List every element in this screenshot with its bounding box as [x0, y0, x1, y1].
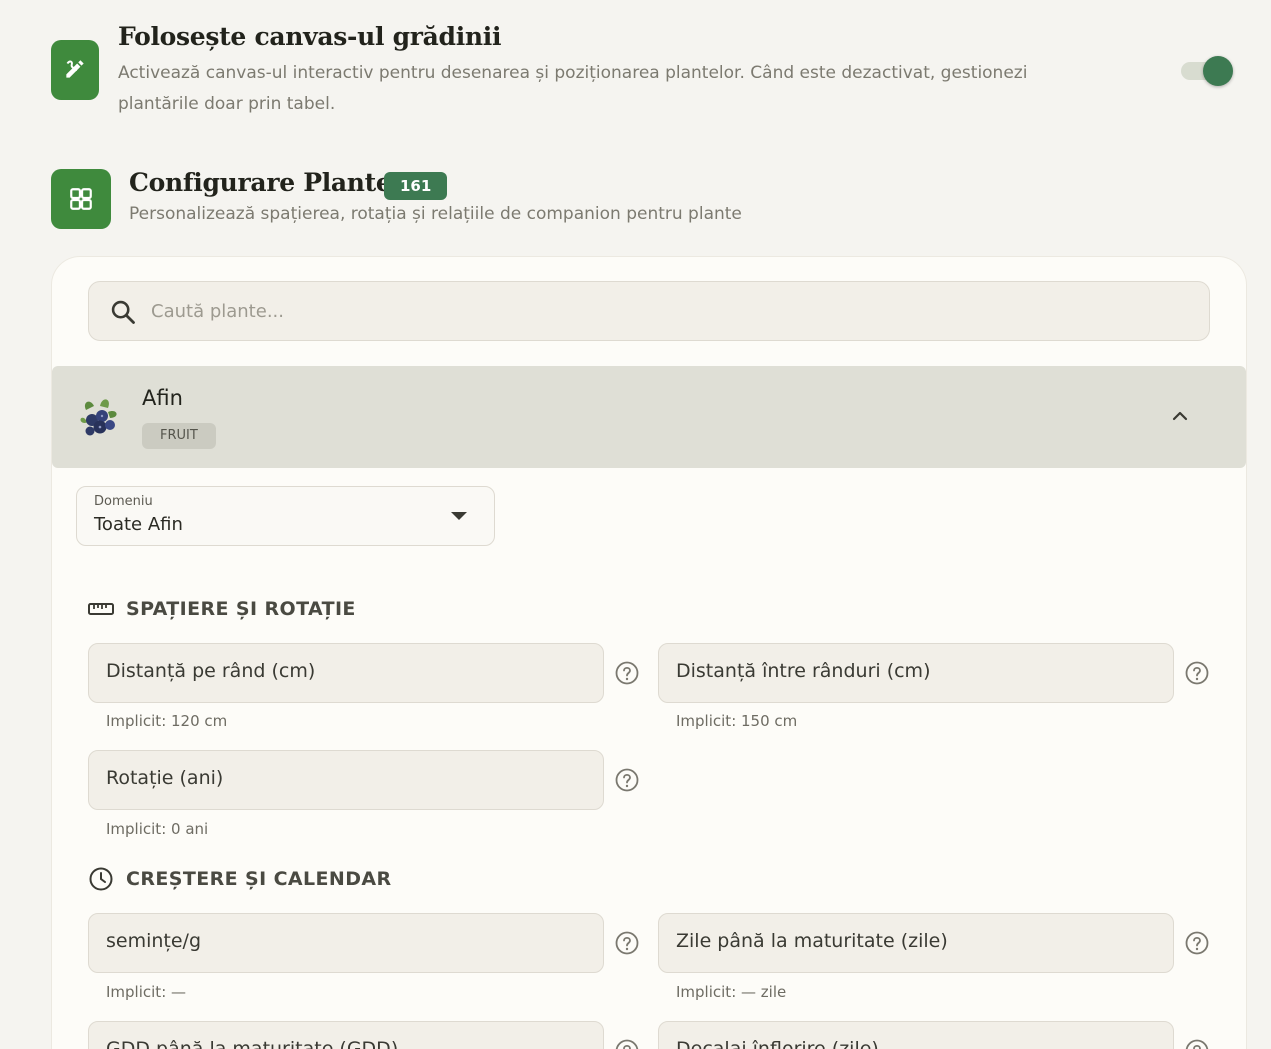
between-rows-spacing-field[interactable]: Distanță între rânduri (cm)	[658, 643, 1174, 703]
rotation-hint: Implicit: 0 ani	[106, 820, 209, 838]
chevron-up-icon[interactable]	[1168, 404, 1192, 428]
plants-section-title: Configurare Plante	[129, 168, 392, 197]
spacing-group-header: SPAȚIERE ȘI ROTAȚIE	[88, 596, 356, 622]
plant-count-badge: 161	[384, 172, 448, 200]
search-box	[88, 281, 1210, 341]
search-input[interactable]	[151, 282, 1191, 340]
toggle-knob	[1203, 56, 1233, 86]
growth-group-title: CREȘTERE ȘI CALENDAR	[126, 868, 392, 890]
gdd-to-maturity-field[interactable]: GDD până la maturitate (GDD)	[88, 1021, 604, 1049]
seeds-per-gram-hint: Implicit: —	[106, 983, 187, 1001]
domain-select[interactable]: Domeniu Toate Afin	[76, 486, 495, 546]
plants-section-subtitle: Personalizează spațierea, rotația și rel…	[129, 204, 742, 224]
canvas-setting-row: Folosește canvas-ul grădinii Activează c…	[51, 22, 1241, 122]
canvas-setting-description: Activează canvas-ul interactiv pentru de…	[118, 63, 1028, 114]
help-icon[interactable]	[614, 767, 640, 793]
plant-category-tag: FRUIT	[142, 423, 216, 449]
chevron-down-icon	[451, 512, 467, 520]
rotation-field[interactable]: Rotație (ani)	[88, 750, 604, 810]
days-to-maturity-hint: Implicit: — zile	[676, 983, 787, 1001]
between-rows-spacing-hint: Implicit: 150 cm	[676, 712, 798, 730]
days-to-maturity-label: Zile până la maturitate (zile)	[676, 930, 948, 952]
help-icon[interactable]	[614, 930, 640, 956]
blueberry-icon	[80, 399, 117, 436]
plant-name: Afin	[142, 386, 183, 410]
row-spacing-hint: Implicit: 120 cm	[106, 712, 228, 730]
row-spacing-label: Distanță pe rând (cm)	[106, 660, 316, 682]
rotation-label: Rotație (ani)	[106, 767, 224, 789]
help-icon[interactable]	[614, 1038, 640, 1049]
spacing-group-title: SPAȚIERE ȘI ROTAȚIE	[126, 598, 356, 620]
search-icon	[111, 300, 135, 324]
bloom-offset-label: Decalaj înflorire (zile)	[676, 1038, 879, 1049]
plants-section-header: Configurare Plante 161 Personalizează sp…	[51, 168, 1241, 230]
domain-select-label: Domeniu	[94, 494, 153, 509]
canvas-toggle[interactable]	[1181, 55, 1235, 86]
bloom-offset-field[interactable]: Decalaj înflorire (zile)	[658, 1021, 1174, 1049]
clock-icon	[89, 867, 113, 891]
seeds-per-gram-label: semințe/g	[106, 930, 202, 952]
help-icon[interactable]	[614, 660, 640, 686]
help-icon[interactable]	[1184, 930, 1210, 956]
gdd-to-maturity-label: GDD până la maturitate (GDD)	[106, 1038, 399, 1049]
seeds-per-gram-field[interactable]: semințe/g	[88, 913, 604, 973]
help-icon[interactable]	[1184, 1038, 1210, 1049]
plants-card: Afin FRUIT Domeniu Toate Afin SPAȚIERE Ș…	[52, 257, 1246, 1049]
canvas-edit-icon	[51, 40, 99, 100]
row-spacing-field[interactable]: Distanță pe rând (cm)	[88, 643, 604, 703]
canvas-setting-title: Folosește canvas-ul grădinii	[118, 22, 502, 51]
help-icon[interactable]	[1184, 660, 1210, 686]
between-rows-spacing-label: Distanță între rânduri (cm)	[676, 660, 931, 682]
ruler-icon	[88, 603, 114, 615]
plant-row-afin[interactable]: Afin FRUIT	[52, 366, 1246, 468]
domain-select-value: Toate Afin	[94, 514, 183, 535]
growth-group-header: CREȘTERE ȘI CALENDAR	[88, 866, 392, 892]
grid-icon	[51, 169, 111, 229]
days-to-maturity-field[interactable]: Zile până la maturitate (zile)	[658, 913, 1174, 973]
